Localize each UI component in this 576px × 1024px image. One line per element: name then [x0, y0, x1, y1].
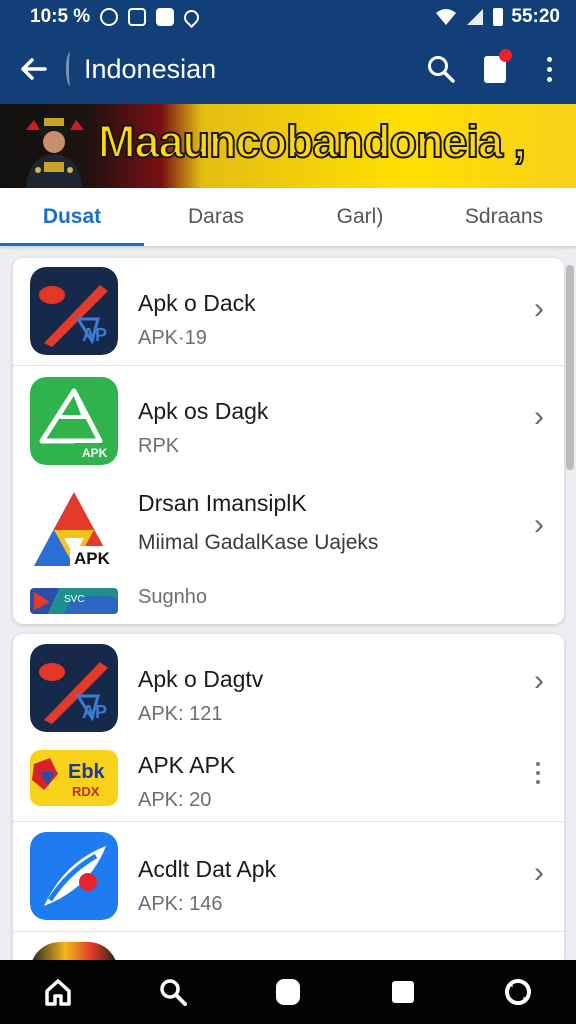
- title-decoration: [66, 52, 76, 86]
- list-item-subtitle: APK: 146: [138, 893, 223, 915]
- tab-daras[interactable]: Daras: [144, 188, 288, 246]
- status-left: 10:5 %: [30, 6, 203, 28]
- chevron-right-icon: ›: [534, 508, 544, 541]
- rounded-square-icon: [275, 979, 300, 1005]
- list-item-text: Sugnho: [138, 586, 207, 609]
- yellow-badge-icon: Ebk RDX: [30, 750, 118, 806]
- list-item-subtitle: Miimal GadalKase Uajeks: [138, 531, 379, 554]
- status-time-left: 10:5 %: [30, 6, 91, 27]
- list-item-text: Acdlt Dat Apk APK: 146: [138, 856, 276, 916]
- chevron-right-icon: ›: [534, 400, 544, 433]
- title-wrap: Indonesian: [66, 52, 216, 86]
- list-item-text: Apk o Dack APK·19: [138, 290, 256, 350]
- status-bar: 10:5 % 55:20: [0, 0, 576, 34]
- rocket-apk-icon: AP: [30, 267, 118, 355]
- more-vert-icon: [546, 56, 552, 82]
- scrollbar-thumb[interactable]: [566, 265, 574, 470]
- list-item-subtitle: APK: 20: [138, 789, 212, 811]
- banner-title: Maauncobandoneia ,: [97, 115, 527, 168]
- page-title: Indonesian: [84, 53, 217, 84]
- blue-rocket-icon: [30, 832, 118, 920]
- nav-apps[interactable]: [253, 960, 323, 1024]
- flag-strip-icon: SVC: [30, 588, 118, 614]
- list-item-subtitle: APK: 121: [138, 703, 223, 725]
- back-button[interactable]: [0, 34, 66, 104]
- item-more-button[interactable]: [536, 762, 540, 784]
- list-item[interactable]: AP Apk o Dack APK·19 ›: [13, 258, 564, 366]
- rocket-apk-icon: AP: [30, 644, 118, 732]
- arrow-left-icon: [21, 58, 47, 80]
- svg-text:AP: AP: [82, 325, 107, 345]
- gallery-icon: [128, 8, 147, 26]
- chevron-right-icon: ›: [534, 292, 544, 325]
- list-item[interactable]: APK Apk os Dagk RPK ›: [13, 366, 564, 476]
- list-item-text: Apk os Dagk RPK: [138, 398, 268, 458]
- officer-portrait-icon: [26, 118, 84, 188]
- list-item-subtitle: RPK: [138, 435, 180, 457]
- nav-search[interactable]: [138, 960, 208, 1024]
- bottom-nav: [0, 960, 576, 1024]
- status-time-right: 55:20: [511, 6, 560, 27]
- notification-icon: [484, 48, 512, 83]
- notification-badge: [499, 48, 512, 62]
- list-item-title: Acdlt Dat Apk: [138, 856, 277, 882]
- list-item-subtitle: APK·19: [138, 327, 207, 349]
- svg-text:APK: APK: [82, 446, 108, 460]
- app-bar: Indonesian: [0, 34, 576, 104]
- list-item[interactable]: Acdlt Dat Apk APK: 146 ›: [13, 822, 564, 932]
- more-options-button[interactable]: [522, 34, 576, 104]
- search-icon: [428, 56, 455, 83]
- status-right: 55:20: [435, 6, 560, 28]
- nav-library[interactable]: [368, 960, 438, 1024]
- location-icon: [181, 6, 203, 28]
- refresh-icon: [505, 979, 532, 1005]
- list-item-title: APK APK: [138, 752, 236, 778]
- wifi-icon: [436, 9, 457, 25]
- tab-dusat[interactable]: Dusat: [0, 188, 144, 246]
- list-item-title: Apk o Dagtv: [138, 666, 264, 692]
- notification-app-icon: [100, 8, 119, 26]
- list-item[interactable]: [13, 932, 564, 960]
- list-item-text: APK APK APK: 20: [138, 752, 235, 812]
- svg-text:AP: AP: [82, 702, 107, 722]
- multicolor-triangle-apk-icon: APK: [30, 486, 118, 574]
- svg-text:APK: APK: [74, 549, 111, 568]
- list-item[interactable]: SVC Sugnho: [13, 576, 564, 624]
- home-icon: [44, 979, 71, 1006]
- chevron-right-icon: ›: [534, 664, 544, 697]
- signal-icon: [467, 9, 484, 25]
- media-icon: [156, 8, 175, 26]
- green-triangle-apk-icon: APK: [30, 377, 118, 465]
- promo-banner[interactable]: Maauncobandoneia ,: [0, 104, 576, 188]
- nav-sync[interactable]: [483, 960, 553, 1024]
- battery-icon: [493, 8, 504, 26]
- app-list-card: AP Apk o Dagtv APK: 121 › Ebk RDX APK AP…: [13, 634, 564, 960]
- svg-text:Ebk: Ebk: [68, 761, 106, 783]
- list-item[interactable]: AP Apk o Dagtv APK: 121 ›: [13, 634, 564, 740]
- app-list-card: AP Apk o Dack APK·19 › APK Apk os Dagk R…: [13, 258, 564, 624]
- list-item[interactable]: Ebk RDX APK APK APK: 20: [13, 740, 564, 822]
- list-item-text: Apk o Dagtv APK: 121: [138, 666, 263, 726]
- notifications-button[interactable]: [468, 34, 522, 104]
- partial-app-icon: [30, 942, 118, 960]
- tab-sdraans[interactable]: Sdraans: [432, 188, 576, 246]
- svg-text:SVC: SVC: [64, 594, 85, 605]
- list-item-subtitle: Sugnho: [138, 586, 207, 608]
- chevron-right-icon: ›: [534, 856, 544, 889]
- list-item[interactable]: APK Drsan ImansiplK Miimal GadalKase Uaj…: [13, 476, 564, 576]
- list-item-title: Apk o Dack: [138, 290, 256, 316]
- search-button[interactable]: [414, 34, 468, 104]
- square-icon: [392, 981, 415, 1003]
- list-item-title: Drsan ImansiplK: [138, 490, 307, 516]
- list-item-title: Apk os Dagk: [138, 398, 269, 424]
- tab-bar: Dusat Daras Garl) Sdraans: [0, 188, 576, 246]
- nav-home[interactable]: [23, 960, 93, 1024]
- tab-garl[interactable]: Garl): [288, 188, 432, 246]
- app-actions: [414, 34, 576, 104]
- svg-text:RDX: RDX: [72, 784, 100, 799]
- list-item-text: Drsan ImansiplK Miimal GadalKase Uajeks: [138, 490, 378, 555]
- search-icon: [160, 979, 187, 1006]
